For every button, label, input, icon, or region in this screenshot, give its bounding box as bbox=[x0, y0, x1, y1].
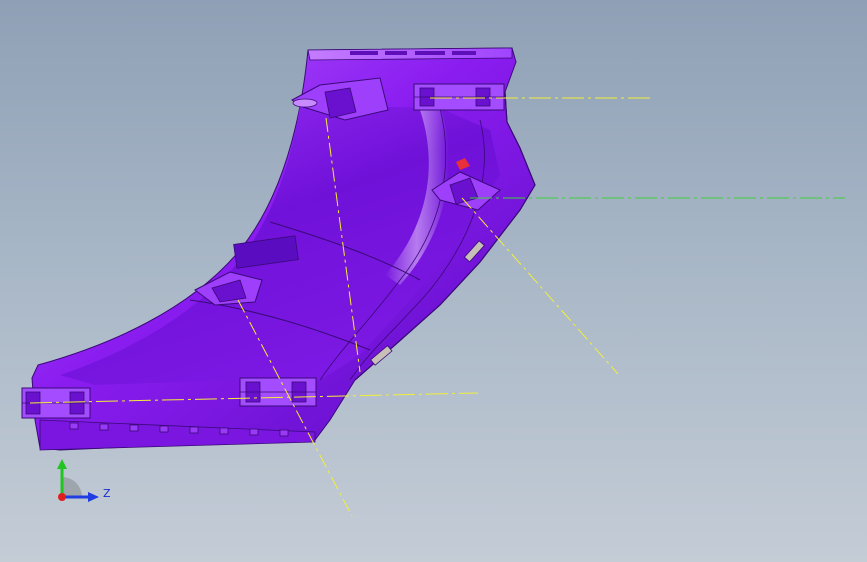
3d-viewport[interactable]: Z bbox=[0, 0, 867, 562]
x-axis-dot-icon bbox=[58, 493, 66, 501]
z-axis-label: Z bbox=[103, 487, 111, 500]
model-scene[interactable] bbox=[0, 0, 867, 562]
clip-bracket-bottom[interactable] bbox=[239, 377, 317, 407]
z-axis-arrow-icon bbox=[88, 492, 99, 502]
clip-bracket-top-right[interactable] bbox=[413, 83, 505, 111]
triad-quarter-disc bbox=[62, 477, 82, 497]
part-top-rim bbox=[307, 47, 513, 61]
orientation-triad: Z bbox=[57, 459, 111, 502]
y-axis-arrow-icon bbox=[57, 459, 67, 469]
